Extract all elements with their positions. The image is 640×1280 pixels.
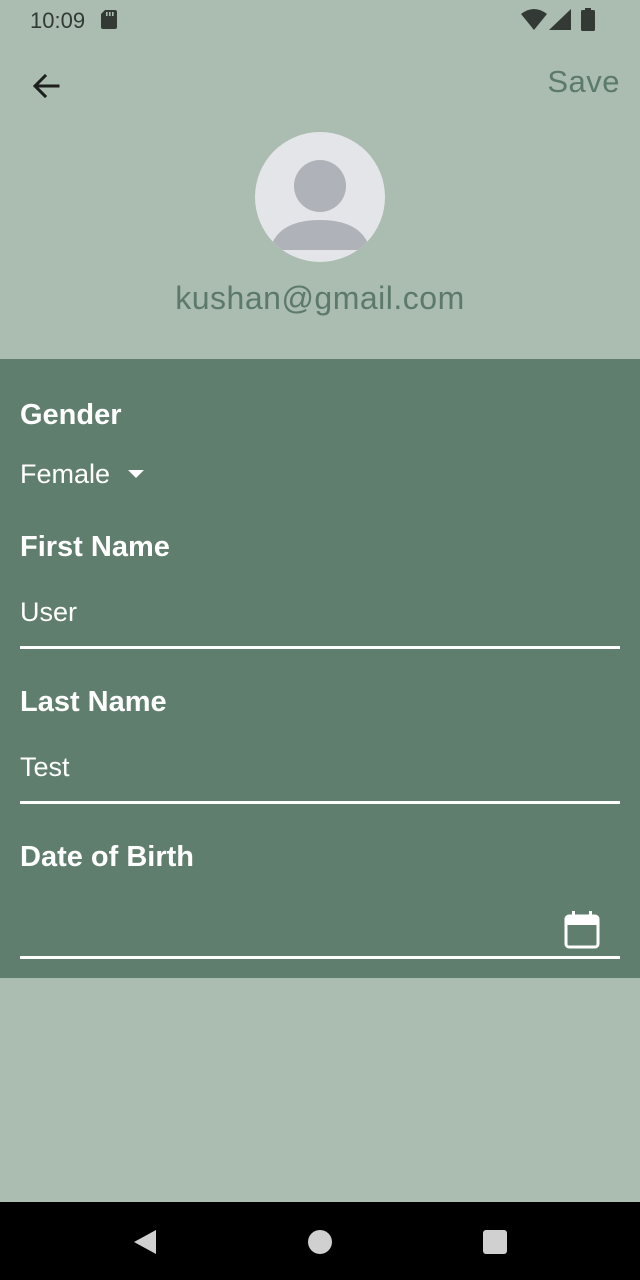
- signal-icon: [549, 9, 571, 30]
- nav-back-icon[interactable]: [132, 1229, 158, 1255]
- back-button[interactable]: [24, 64, 68, 108]
- email-text: kushan@gmail.com: [175, 280, 465, 316]
- wifi-icon: [521, 9, 547, 30]
- edit-profile-screen: 10:09 Save kushan@gmail.com Gender Femal…: [0, 0, 640, 1280]
- nav-home-icon[interactable]: [308, 1230, 332, 1254]
- status-bar: 10:09: [0, 0, 640, 40]
- person-placeholder-icon: [270, 160, 370, 250]
- system-nav-bar: [0, 1202, 640, 1280]
- gender-label: Gender: [20, 399, 122, 431]
- save-button[interactable]: Save: [547, 64, 620, 104]
- last-name-value: Test: [20, 752, 70, 782]
- battery-icon: [581, 8, 595, 31]
- nav-recents-icon[interactable]: [483, 1230, 507, 1254]
- gender-dropdown[interactable]: Female: [20, 456, 145, 492]
- last-name-label: Last Name: [20, 686, 167, 718]
- arrow-back-icon: [32, 73, 60, 99]
- avatar[interactable]: [255, 132, 385, 262]
- status-time: 10:09: [30, 8, 86, 33]
- first-name-input[interactable]: User: [20, 591, 620, 649]
- calendar-icon[interactable]: [564, 911, 600, 949]
- last-name-input[interactable]: Test: [20, 746, 620, 804]
- profile-form: Gender Female First Name User Last Name …: [0, 359, 640, 978]
- first-name-value: User: [20, 597, 78, 627]
- date-of-birth-label: Date of Birth: [20, 841, 194, 873]
- gender-value: Female: [20, 458, 111, 489]
- sd-card-icon: [101, 10, 117, 29]
- date-of-birth-input[interactable]: [20, 901, 620, 959]
- dropdown-arrow-icon: [128, 470, 145, 478]
- first-name-label: First Name: [20, 531, 170, 563]
